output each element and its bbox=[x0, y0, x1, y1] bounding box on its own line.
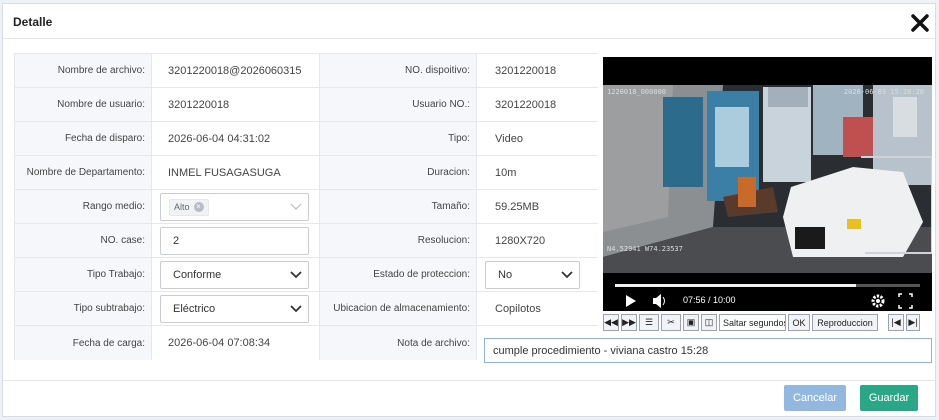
close-icon[interactable] bbox=[909, 12, 931, 34]
form-row: Nombre de usuario: 3201220018 Usuario NO… bbox=[14, 88, 598, 122]
device-no-value: 3201220018 bbox=[495, 64, 557, 77]
range-tag: Alto × bbox=[169, 198, 209, 216]
dialog-title: Detalle bbox=[13, 15, 53, 29]
list-icon[interactable]: ☰ bbox=[639, 314, 659, 331]
range-multiselect[interactable]: Alto × bbox=[160, 193, 309, 221]
form-row: Rango medio: Alto × Tamaño: 59.25MB bbox=[14, 190, 598, 224]
rewind-button[interactable]: ◀◀ bbox=[603, 314, 619, 331]
tag-remove-icon[interactable]: × bbox=[193, 202, 204, 212]
form-row: NO. case: 2 Resolucion: 1280X720 bbox=[14, 224, 598, 258]
form-row: Fecha de disparo: 2026-06-04 04:31:02 Ti… bbox=[14, 122, 598, 156]
field-label: Nombre de archivo: bbox=[14, 54, 152, 87]
form-row: Nombre de archivo: 3201220018@2026060315… bbox=[14, 54, 598, 88]
field-label: Tipo subtrabajo: bbox=[14, 292, 152, 325]
fast-forward-button[interactable]: ▶▶ bbox=[621, 314, 637, 331]
field-label: Duracion: bbox=[319, 156, 477, 189]
dialog-footer bbox=[3, 380, 935, 381]
protection-select[interactable]: No bbox=[485, 261, 580, 289]
field-label: Tamaño: bbox=[319, 190, 477, 223]
upload-date-value: 2026-06-04 07:08:34 bbox=[168, 337, 271, 349]
seek-ok-button[interactable]: OK bbox=[788, 314, 810, 331]
field-label: Nombre de usuario: bbox=[14, 88, 152, 121]
snapshot-icon[interactable]: ◫ bbox=[701, 314, 717, 331]
form-row: Tipo Trabajo: Conforme Estado de protecc… bbox=[14, 258, 598, 292]
field-label: NO. case: bbox=[14, 224, 152, 257]
field-label: NO. dispoitivo: bbox=[319, 54, 477, 87]
storage-location-value: Copilotos bbox=[495, 302, 541, 315]
form-row: Nombre de Departamento: INMEL FUSAGASUGA… bbox=[14, 156, 598, 190]
field-label: Nombre de Departamento: bbox=[14, 156, 152, 189]
work-subtype-selected: Eléctrico bbox=[173, 303, 216, 315]
video-overlay-gps: N4.52941 W74.23537 bbox=[607, 245, 683, 253]
video-time: 07:56 / 10:00 bbox=[683, 295, 736, 305]
work-subtype-select[interactable]: Eléctrico bbox=[160, 295, 309, 323]
size-value: 59.25MB bbox=[495, 200, 540, 213]
field-label: Fecha de disparo: bbox=[14, 122, 152, 155]
field-label: Tipo Trabajo: bbox=[14, 258, 152, 291]
chevron-down-icon bbox=[561, 271, 573, 279]
chevron-down-icon bbox=[290, 271, 302, 279]
chevron-down-icon bbox=[290, 203, 302, 210]
scissors-icon[interactable]: ✂ bbox=[661, 314, 681, 331]
field-label: Estado de proteccion: bbox=[319, 258, 477, 291]
work-type-select[interactable]: Conforme bbox=[160, 261, 309, 289]
detail-form: Nombre de archivo: 3201220018@2026060315… bbox=[14, 53, 598, 360]
next-frame-button[interactable]: ▶| bbox=[906, 314, 920, 331]
duration-value: 10m bbox=[495, 166, 517, 179]
field-label: Fecha de carga: bbox=[14, 326, 152, 360]
protection-selected: No bbox=[498, 269, 513, 281]
trigger-date-value: 2026-06-04 04:31:02 bbox=[168, 132, 271, 145]
field-label: Rango medio: bbox=[14, 190, 152, 223]
field-label: Nota de archivo: bbox=[319, 326, 477, 360]
seek-seconds-input[interactable]: Saltar segundos bbox=[719, 314, 786, 331]
user-name-value: 3201220018 bbox=[168, 98, 230, 111]
user-no-value: 3201220018 bbox=[495, 98, 557, 111]
playback-mode-button[interactable]: Reproduccion bbox=[812, 314, 878, 331]
work-type-selected: Conforme bbox=[173, 269, 222, 281]
type-value: Video bbox=[495, 132, 523, 145]
previous-frame-button[interactable]: |◀ bbox=[888, 314, 904, 331]
case-no-input[interactable]: 2 bbox=[160, 227, 309, 255]
frame-icon[interactable]: ▣ bbox=[683, 314, 699, 331]
field-label: Usuario NO.: bbox=[319, 88, 477, 121]
field-label: Resolucion: bbox=[319, 224, 477, 257]
form-row: Tipo subtrabajo: Eléctrico Ubicacion de … bbox=[14, 292, 598, 326]
video-overlay-timestamp: 2026-06-03 15:28:20 bbox=[843, 88, 924, 96]
file-note-input[interactable]: cumple procedimiento - viviana castro 15… bbox=[484, 338, 932, 363]
resolution-value: 1280X720 bbox=[495, 234, 546, 247]
range-tag-label: Alto bbox=[174, 202, 190, 212]
save-button[interactable]: Guardar bbox=[860, 385, 918, 411]
chevron-down-icon bbox=[290, 305, 302, 313]
video-progress-fill bbox=[615, 284, 856, 287]
video-player[interactable]: 1220018_000000 2026-06-03 15:28:20 N4.52… bbox=[603, 57, 932, 311]
field-label: Tipo: bbox=[319, 122, 477, 155]
field-label: Ubicacion de almacenamiento: bbox=[319, 292, 477, 325]
file-name-value: 3201220018@2026060315 bbox=[168, 64, 302, 77]
video-toolbar: ◀◀ ▶▶ ☰ ✂ ▣ ◫ Saltar segundos OK Reprodu… bbox=[603, 314, 932, 332]
settings-icon bbox=[871, 294, 885, 308]
cancel-button[interactable]: Cancelar bbox=[784, 385, 846, 411]
video-overlay-id: 1220018_000000 bbox=[607, 88, 667, 96]
department-value: INMEL FUSAGASUGA bbox=[168, 166, 281, 179]
dialog-header: Detalle bbox=[3, 4, 935, 39]
